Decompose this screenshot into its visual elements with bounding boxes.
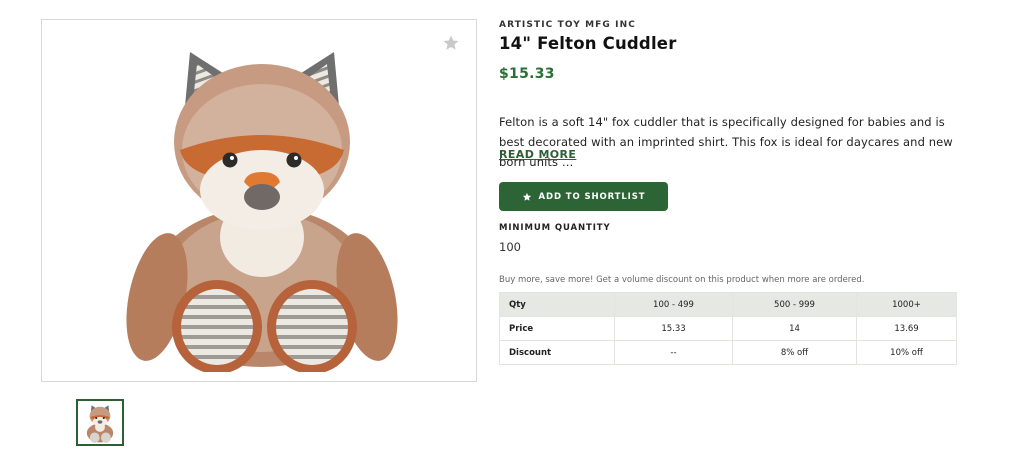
- favorite-star-icon[interactable]: [442, 34, 460, 52]
- volume-discount-note: Buy more, save more! Get a volume discou…: [499, 275, 865, 285]
- table-header-cell: 500 - 999: [732, 292, 857, 317]
- minimum-quantity-label: MINIMUM QUANTITY: [499, 223, 611, 233]
- table-cell: 10% off: [856, 340, 957, 365]
- star-icon: [522, 192, 531, 201]
- volume-pricing-table: Qty 100 - 499 500 - 999 1000+ Price 15.3…: [499, 292, 957, 365]
- brand-name: ARTISTIC TOY MFG INC: [499, 20, 636, 30]
- table-header-cell: 100 - 499: [614, 292, 733, 317]
- table-header-cell: Qty: [499, 292, 615, 317]
- read-more-link[interactable]: READ MORE: [499, 148, 576, 161]
- product-price: $15.33: [499, 66, 555, 82]
- table-cell: 14: [732, 316, 857, 341]
- table-row-label: Price: [499, 316, 615, 341]
- thumbnail-image[interactable]: [76, 399, 124, 446]
- fox-plush-image: [126, 52, 398, 372]
- product-title: 14" Felton Cuddler: [499, 34, 677, 53]
- table-row: Discount -- 8% off 10% off: [499, 340, 957, 365]
- product-image: [41, 19, 477, 382]
- add-to-shortlist-label: ADD TO SHORTLIST: [538, 191, 646, 202]
- table-cell: 15.33: [614, 316, 733, 341]
- table-header-cell: 1000+: [856, 292, 957, 317]
- table-cell: 8% off: [732, 340, 857, 365]
- add-to-shortlist-button[interactable]: ADD TO SHORTLIST: [499, 182, 668, 211]
- minimum-quantity-value: 100: [499, 240, 521, 254]
- table-cell: 13.69: [856, 316, 957, 341]
- table-header-row: Qty 100 - 499 500 - 999 1000+: [499, 292, 957, 317]
- fox-plush-thumbnail-icon: [86, 405, 114, 443]
- table-row-label: Discount: [499, 340, 615, 365]
- product-description: Felton is a soft 14" fox cuddler that is…: [499, 115, 953, 169]
- table-row: Price 15.33 14 13.69: [499, 316, 957, 341]
- table-cell: --: [614, 340, 733, 365]
